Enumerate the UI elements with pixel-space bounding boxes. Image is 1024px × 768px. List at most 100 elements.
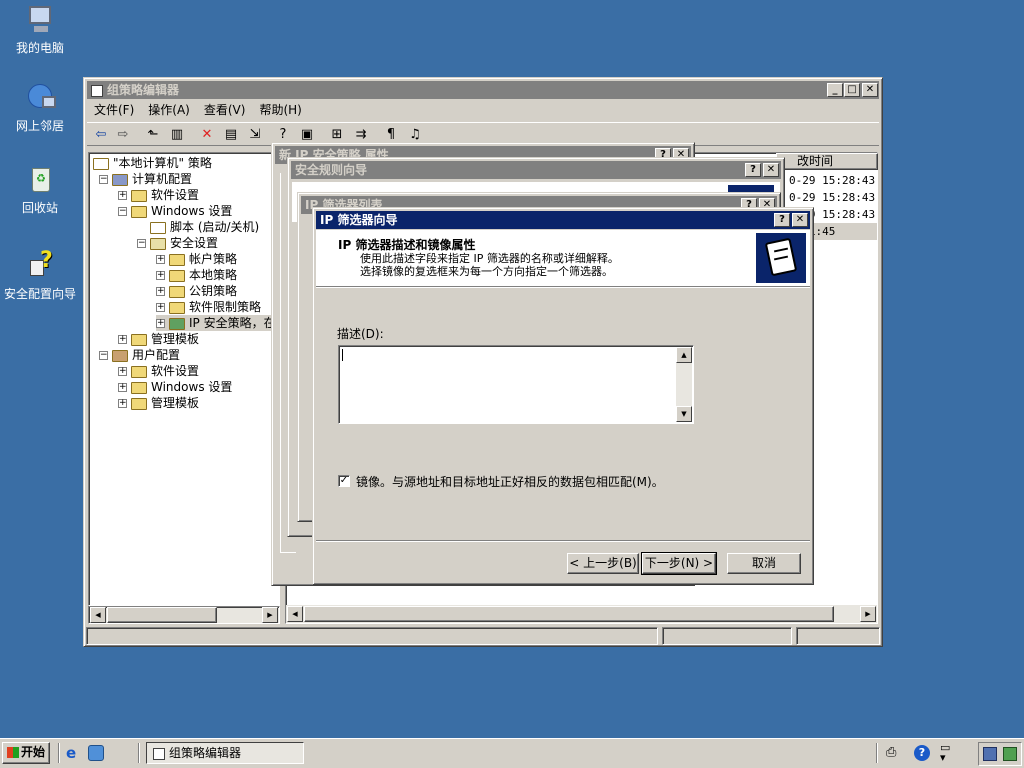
computer-config-icon bbox=[112, 173, 128, 186]
collapse-icon[interactable]: − bbox=[99, 175, 108, 184]
scroll-right-arrow[interactable]: ▶ bbox=[262, 607, 278, 623]
status-pane-3 bbox=[796, 627, 880, 645]
tree-node[interactable]: + Windows 设置 bbox=[118, 379, 232, 395]
tree-node[interactable]: "本地计算机" 策略 bbox=[93, 155, 212, 171]
mirror-label[interactable]: 镜像。与源地址和目标地址正好相反的数据包相匹配(M)。 bbox=[356, 473, 664, 490]
tree-node-label: 管理模板 bbox=[151, 396, 200, 410]
list-item[interactable]: 0-29 15:28:43 bbox=[789, 189, 877, 206]
ip-filter-wizard-titlebar[interactable]: IP 筛选器向导 ? ✕ bbox=[316, 211, 810, 229]
tree-node[interactable]: + 软件设置 bbox=[118, 187, 199, 203]
tree-node-label: 本地策略 bbox=[189, 268, 238, 282]
scroll-right-arrow[interactable]: ▶ bbox=[860, 606, 876, 622]
tray-updown-icon[interactable]: ▭ ▾ bbox=[940, 742, 950, 763]
tree-node[interactable]: + 软件设置 bbox=[118, 363, 199, 379]
description-textarea[interactable]: ▲ ▼ bbox=[338, 345, 694, 424]
close-button[interactable]: ✕ bbox=[862, 83, 878, 97]
up-folder-icon[interactable]: ⬑ bbox=[143, 125, 163, 145]
maximize-button[interactable]: □ bbox=[844, 83, 860, 97]
forward-arrow-icon[interactable]: ⇨ bbox=[113, 125, 133, 145]
folder-icon bbox=[131, 189, 147, 202]
tree-node-label: 计算机配置 bbox=[132, 172, 193, 186]
tree-node[interactable]: − 计算机配置 bbox=[99, 171, 192, 187]
collapse-icon[interactable]: − bbox=[137, 239, 146, 248]
mirror-checkbox[interactable]: ✓ bbox=[338, 475, 350, 487]
rule-wizard-titlebar[interactable]: 安全规则向导 ? ✕ bbox=[291, 161, 781, 179]
delete-icon[interactable]: ✕ bbox=[197, 125, 217, 145]
details-hscrollbar[interactable]: ◀ ▶ bbox=[286, 605, 877, 623]
scroll-left-arrow[interactable]: ◀ bbox=[90, 607, 106, 623]
properties-icon[interactable]: ▤ bbox=[221, 125, 241, 145]
menu-help[interactable]: 帮助(H) bbox=[252, 103, 308, 117]
menu-file[interactable]: 文件(F) bbox=[87, 103, 141, 117]
tree-node[interactable]: + 本地策略 bbox=[156, 267, 237, 283]
collapse-icon[interactable]: − bbox=[118, 207, 127, 216]
show-tree-icon[interactable]: ▥ bbox=[167, 125, 187, 145]
scroll-up-arrow[interactable]: ▲ bbox=[676, 347, 692, 363]
expand-icon[interactable]: + bbox=[118, 399, 127, 408]
back-arrow-icon[interactable]: ⇦ bbox=[91, 125, 111, 145]
tree-node[interactable]: + 软件限制策略 bbox=[156, 299, 261, 315]
footer-divider bbox=[316, 540, 810, 542]
ie-icon[interactable]: e bbox=[66, 745, 82, 761]
expand-icon[interactable]: + bbox=[118, 367, 127, 376]
gpedit-app-icon bbox=[91, 84, 103, 97]
next-button[interactable]: 下一步(N) > bbox=[641, 552, 717, 575]
tree-node[interactable]: − 用户配置 bbox=[99, 347, 180, 363]
textarea-vscrollbar[interactable]: ▲ ▼ bbox=[676, 347, 692, 422]
folder-icon bbox=[131, 205, 147, 218]
statusbar bbox=[86, 627, 880, 645]
expand-icon[interactable]: + bbox=[118, 383, 127, 392]
tray-help-icon[interactable]: ? bbox=[914, 745, 930, 761]
tree-node[interactable]: 脚本 (启动/关机) bbox=[137, 219, 259, 235]
expand-icon[interactable]: + bbox=[156, 319, 165, 328]
menu-action[interactable]: 操作(A) bbox=[141, 103, 197, 117]
security-tray-icon[interactable] bbox=[1003, 747, 1017, 761]
tree-node[interactable]: − Windows 设置 bbox=[118, 203, 232, 219]
collapse-icon[interactable]: − bbox=[99, 351, 108, 360]
task-gpedit[interactable]: 组策略编辑器 bbox=[146, 742, 304, 764]
network-tray-icon[interactable] bbox=[983, 747, 997, 761]
tree-node[interactable]: + 管理模板 bbox=[118, 331, 199, 347]
menu-view[interactable]: 查看(V) bbox=[197, 103, 253, 117]
gpedit-titlebar[interactable]: 组策略编辑器 _ □ ✕ bbox=[87, 81, 879, 99]
tree-node[interactable]: − 安全设置 bbox=[137, 235, 218, 251]
help-button[interactable]: ? bbox=[774, 213, 790, 227]
list-item[interactable]: 0-29 15:28:43 bbox=[789, 172, 877, 189]
folder-icon bbox=[131, 381, 147, 394]
scroll-down-arrow[interactable]: ▼ bbox=[676, 406, 692, 422]
expand-icon[interactable]: + bbox=[118, 191, 127, 200]
show-desktop-icon[interactable] bbox=[88, 745, 104, 761]
tree-node[interactable]: + 公钥策略 bbox=[156, 283, 237, 299]
tree-hscrollbar[interactable]: ◀ ▶ bbox=[88, 606, 280, 624]
desktop-icon-network[interactable]: 网上邻居 bbox=[0, 82, 80, 134]
expand-icon[interactable]: + bbox=[156, 303, 165, 312]
tree-node-label: 帐户策略 bbox=[189, 252, 238, 266]
start-button[interactable]: 开始 bbox=[2, 742, 50, 764]
expand-icon[interactable]: + bbox=[156, 271, 165, 280]
close-button[interactable]: ✕ bbox=[763, 163, 779, 177]
scroll-left-arrow[interactable]: ◀ bbox=[287, 606, 303, 622]
tree-node[interactable]: + IP 安全策略，在 bbox=[156, 315, 276, 331]
help-button[interactable]: ? bbox=[745, 163, 761, 177]
tree-node[interactable]: + 管理模板 bbox=[118, 395, 199, 411]
expand-icon[interactable]: + bbox=[118, 335, 127, 344]
desktop-icon-my-computer[interactable]: 我的电脑 bbox=[0, 4, 80, 56]
tray-printer-icon[interactable]: ⎙ bbox=[886, 745, 896, 760]
security-icon bbox=[150, 237, 166, 250]
tree-node[interactable]: + 帐户策略 bbox=[156, 251, 237, 267]
back-button[interactable]: < 上一步(B) bbox=[567, 553, 639, 574]
ip-filter-wizard: IP 筛选器向导 ? ✕ IP 筛选器描述和镜像属性 使用此描述字段来指定 IP… bbox=[312, 207, 814, 585]
expand-icon[interactable]: + bbox=[156, 287, 165, 296]
expand-icon[interactable]: + bbox=[156, 255, 165, 264]
scroll-thumb[interactable] bbox=[107, 607, 217, 623]
column-header-time[interactable]: 改时间 bbox=[776, 153, 878, 170]
cancel-button[interactable]: 取消 bbox=[727, 553, 801, 574]
tree-node-label: 软件设置 bbox=[151, 364, 200, 378]
desktop-icon-recycle-bin[interactable]: ♻ 回收站 bbox=[0, 164, 80, 216]
folder-lock-icon bbox=[169, 253, 185, 266]
close-button[interactable]: ✕ bbox=[792, 213, 808, 227]
scroll-thumb[interactable] bbox=[304, 606, 834, 622]
minimize-button[interactable]: _ bbox=[827, 83, 843, 97]
export-list-icon[interactable]: ⇲ bbox=[245, 125, 265, 145]
desktop-icon-security-wizard[interactable]: ? 安全配置向导 bbox=[0, 248, 80, 302]
